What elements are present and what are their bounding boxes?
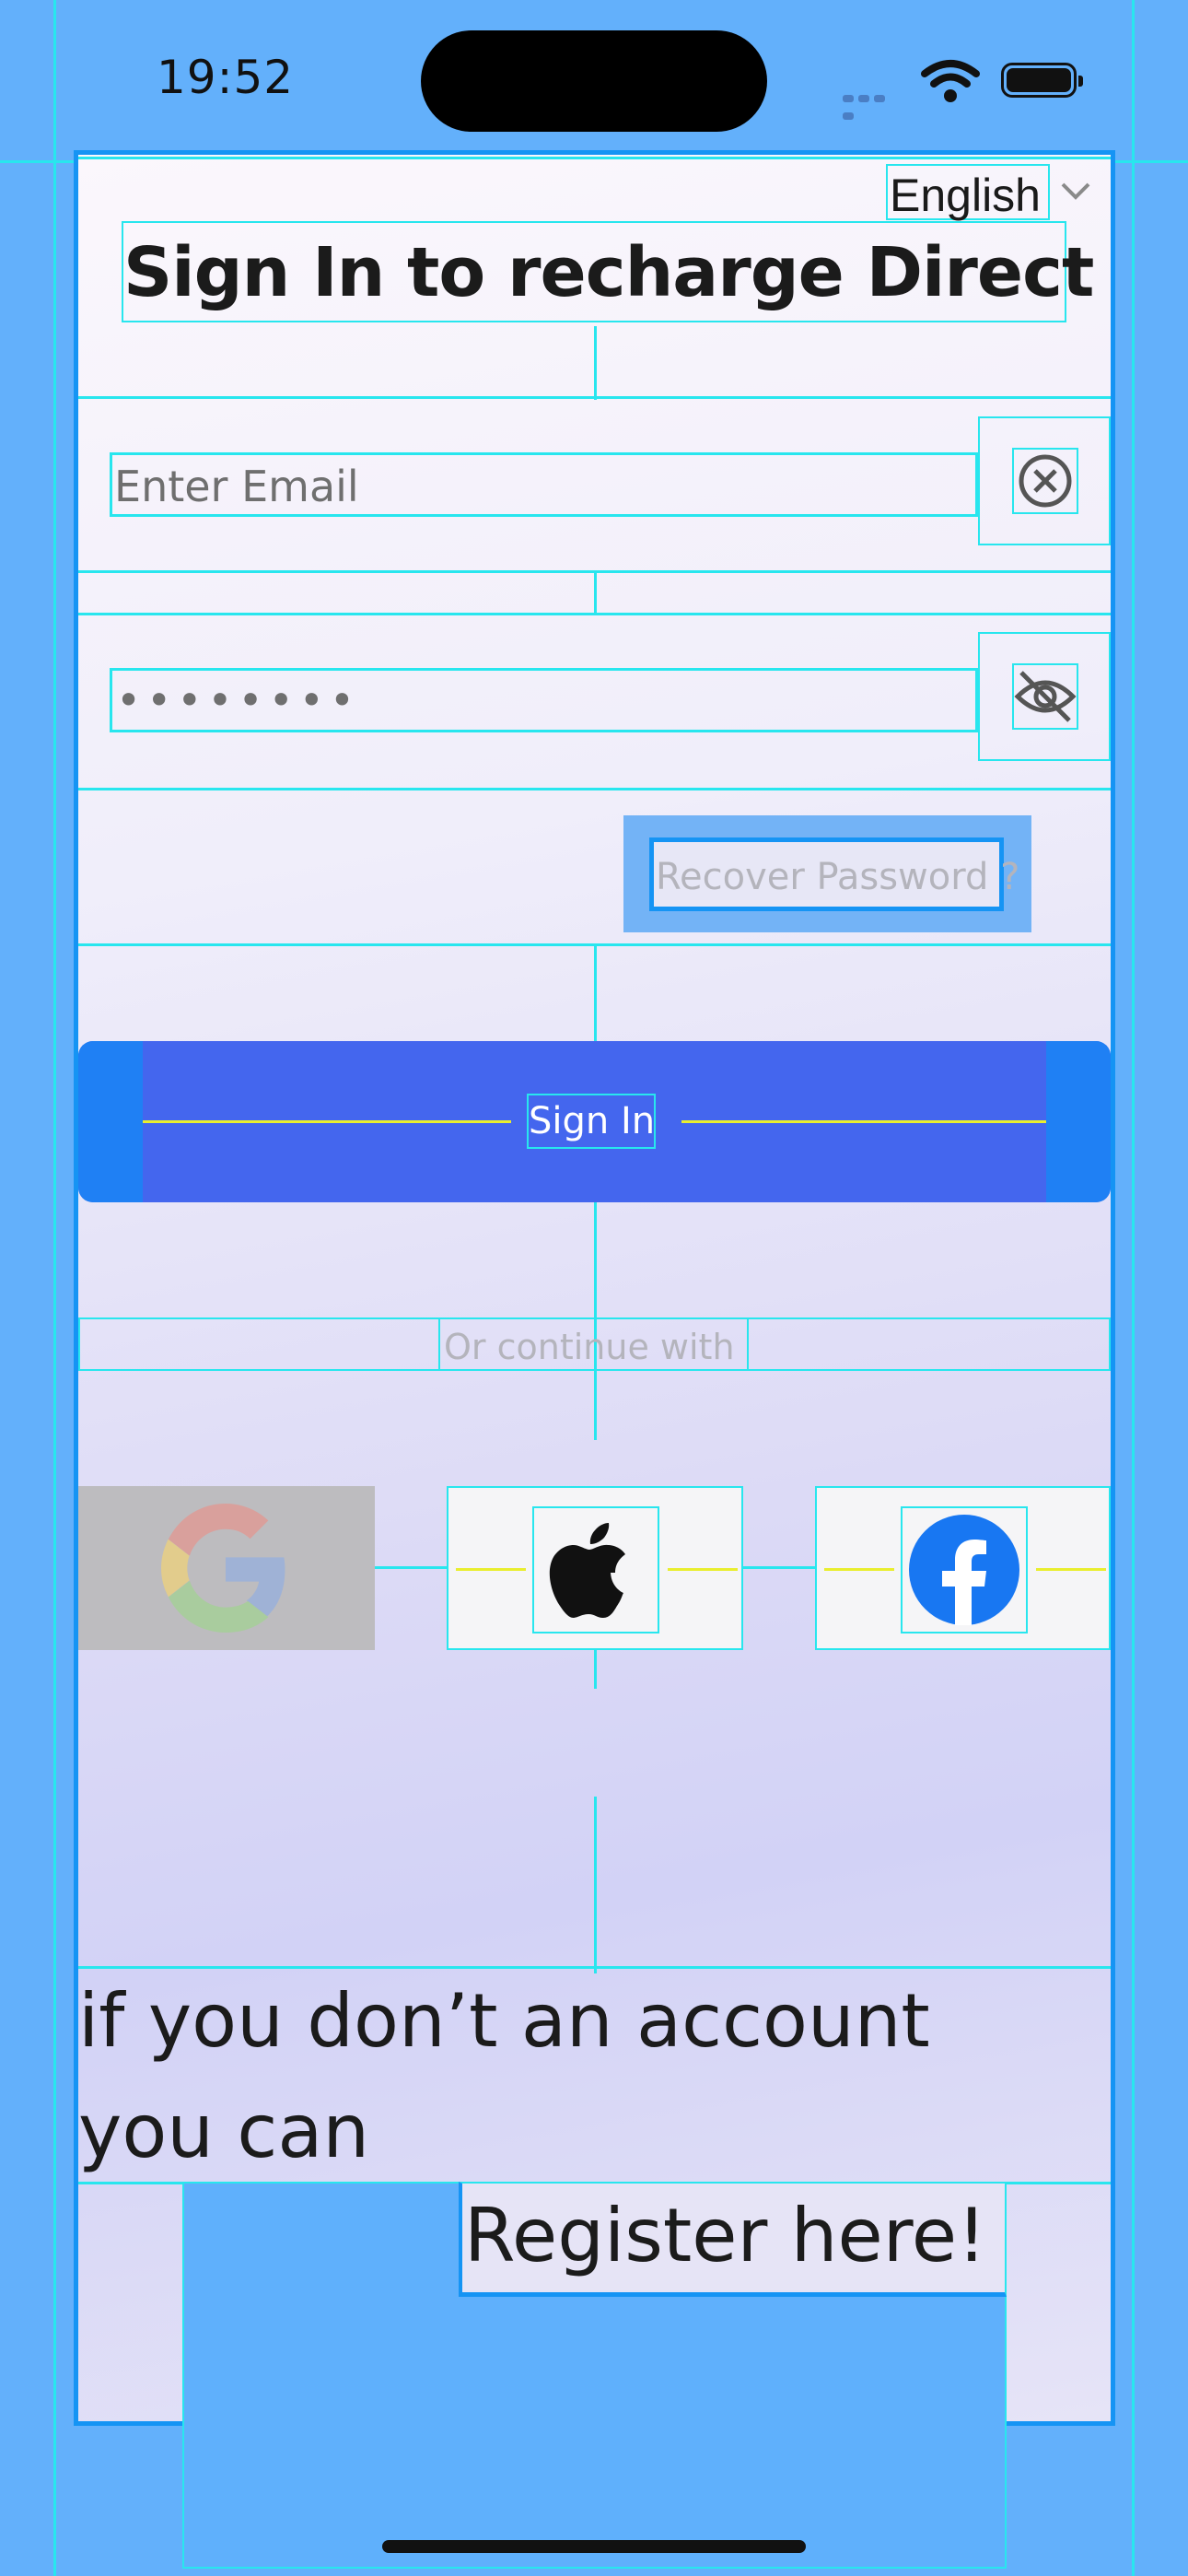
- guide-line: [594, 943, 597, 1047]
- guide-line: [1132, 0, 1135, 2576]
- status-time: 19:52: [157, 51, 295, 104]
- button-padding: [1046, 1041, 1111, 1202]
- recover-password-label: Recover Password ?: [656, 856, 1020, 898]
- dynamic-island: [421, 30, 767, 132]
- password-field[interactable]: ••••••••: [110, 668, 978, 732]
- chevron-down-icon[interactable]: [1057, 175, 1094, 206]
- guide-line: [456, 1568, 526, 1571]
- facebook-button[interactable]: [815, 1486, 1111, 1650]
- recover-password-button[interactable]: Recover Password ?: [649, 837, 1019, 911]
- divider-label-box: Or continue with: [438, 1317, 749, 1371]
- language-dropdown[interactable]: English: [886, 164, 1050, 221]
- guide-line: [681, 1120, 1046, 1123]
- divider-label: Or continue with: [444, 1327, 735, 1367]
- sign-in-screen: English Sign In to recharge Direct Enter…: [74, 150, 1115, 2569]
- battery-icon: [1001, 63, 1083, 98]
- no-account-text: if you don’t an account you can: [78, 1966, 1111, 2187]
- guide-line: [1036, 1568, 1106, 1571]
- guide-line: [594, 326, 597, 400]
- apple-button[interactable]: [447, 1486, 743, 1650]
- password-value: ••••••••: [116, 675, 361, 725]
- sign-in-button[interactable]: Sign In: [78, 1041, 1111, 1202]
- guide-line: [78, 613, 1111, 615]
- no-account-line-1: if you don’t an account: [78, 1978, 930, 2064]
- google-button[interactable]: [78, 1486, 375, 1650]
- no-account-line-2: you can: [78, 2089, 370, 2174]
- guide-line: [53, 0, 56, 2576]
- guide-line: [594, 1649, 597, 1689]
- guide-line: [824, 1568, 894, 1571]
- guide-line: [668, 1568, 738, 1571]
- google-icon: [161, 1504, 290, 1633]
- clear-icon[interactable]: [1012, 448, 1078, 514]
- email-field[interactable]: Enter Email: [110, 452, 978, 517]
- eye-slash-icon[interactable]: [1012, 663, 1078, 730]
- signal-icon: [843, 88, 903, 120]
- title-box: Sign In to recharge Direct: [122, 221, 1094, 322]
- apple-icon: [532, 1506, 659, 1633]
- guide-line: [78, 396, 1111, 399]
- guide-line: [743, 1566, 815, 1569]
- email-placeholder: Enter Email: [114, 462, 359, 511]
- page-title: Sign In to recharge Direct: [123, 233, 1094, 312]
- guide-line: [594, 570, 597, 613]
- home-indicator: [382, 2540, 806, 2553]
- guide-line: [78, 788, 1111, 790]
- wifi-icon: [921, 59, 980, 109]
- register-label: Register here!: [464, 2193, 987, 2278]
- sign-in-label: Sign In: [529, 1100, 656, 1142]
- sign-in-label-box: Sign In: [527, 1094, 656, 1149]
- guide-line: [375, 1566, 447, 1569]
- button-padding: [78, 1041, 143, 1202]
- guide-line: [78, 157, 1111, 159]
- guide-line: [594, 1797, 597, 1973]
- guide-line: [143, 1120, 511, 1123]
- language-label: English: [890, 170, 1041, 221]
- register-button[interactable]: Register here!: [459, 2182, 1007, 2297]
- facebook-icon: [901, 1506, 1028, 1633]
